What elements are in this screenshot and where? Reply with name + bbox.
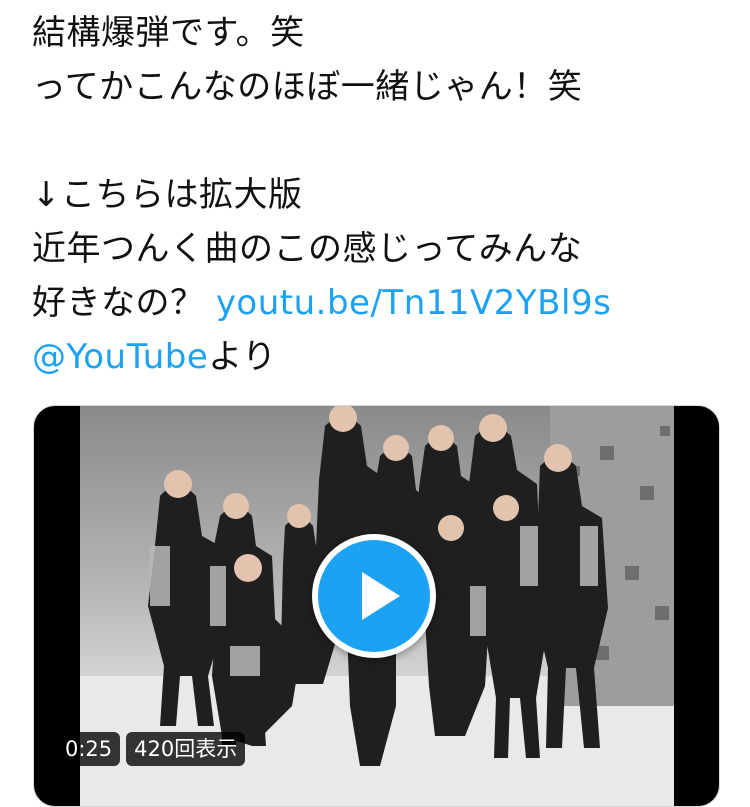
video-badges: 0:25 420回表示: [57, 732, 246, 766]
play-button-circle: [318, 540, 430, 652]
duration-badge: 0:25: [57, 732, 121, 766]
play-icon: [362, 572, 400, 620]
tweet-line-with-link: 好きなの？ youtu.be/Tn11V2YBl9s: [32, 276, 732, 330]
tweet-line-prefix: 好きなの？: [32, 283, 216, 323]
mention-link[interactable]: @YouTube: [32, 337, 208, 377]
mention-suffix: より: [208, 337, 277, 377]
tweet-line: 結構爆弾です。笑: [32, 13, 305, 53]
play-button[interactable]: [312, 534, 436, 658]
video-card[interactable]: 0:25 420回表示: [33, 405, 720, 807]
tweet-line: ってかこんなのほぼ一緒じゃん！笑: [32, 67, 583, 107]
youtube-link[interactable]: youtu.be/Tn11V2YBl9s: [216, 283, 611, 323]
tweet-line: ↓こちらは拡大版: [32, 175, 303, 215]
tweet-text: 結構爆弾です。笑 ってかこんなのほぼ一緒じゃん！笑 ↓こちらは拡大版 近年つんく…: [32, 6, 732, 384]
tweet-line: 近年つんく曲のこの感じってみんな: [32, 229, 583, 269]
view-count-badge: 420回表示: [126, 732, 246, 766]
tweet-line-with-mention: @YouTubeより: [32, 330, 732, 384]
